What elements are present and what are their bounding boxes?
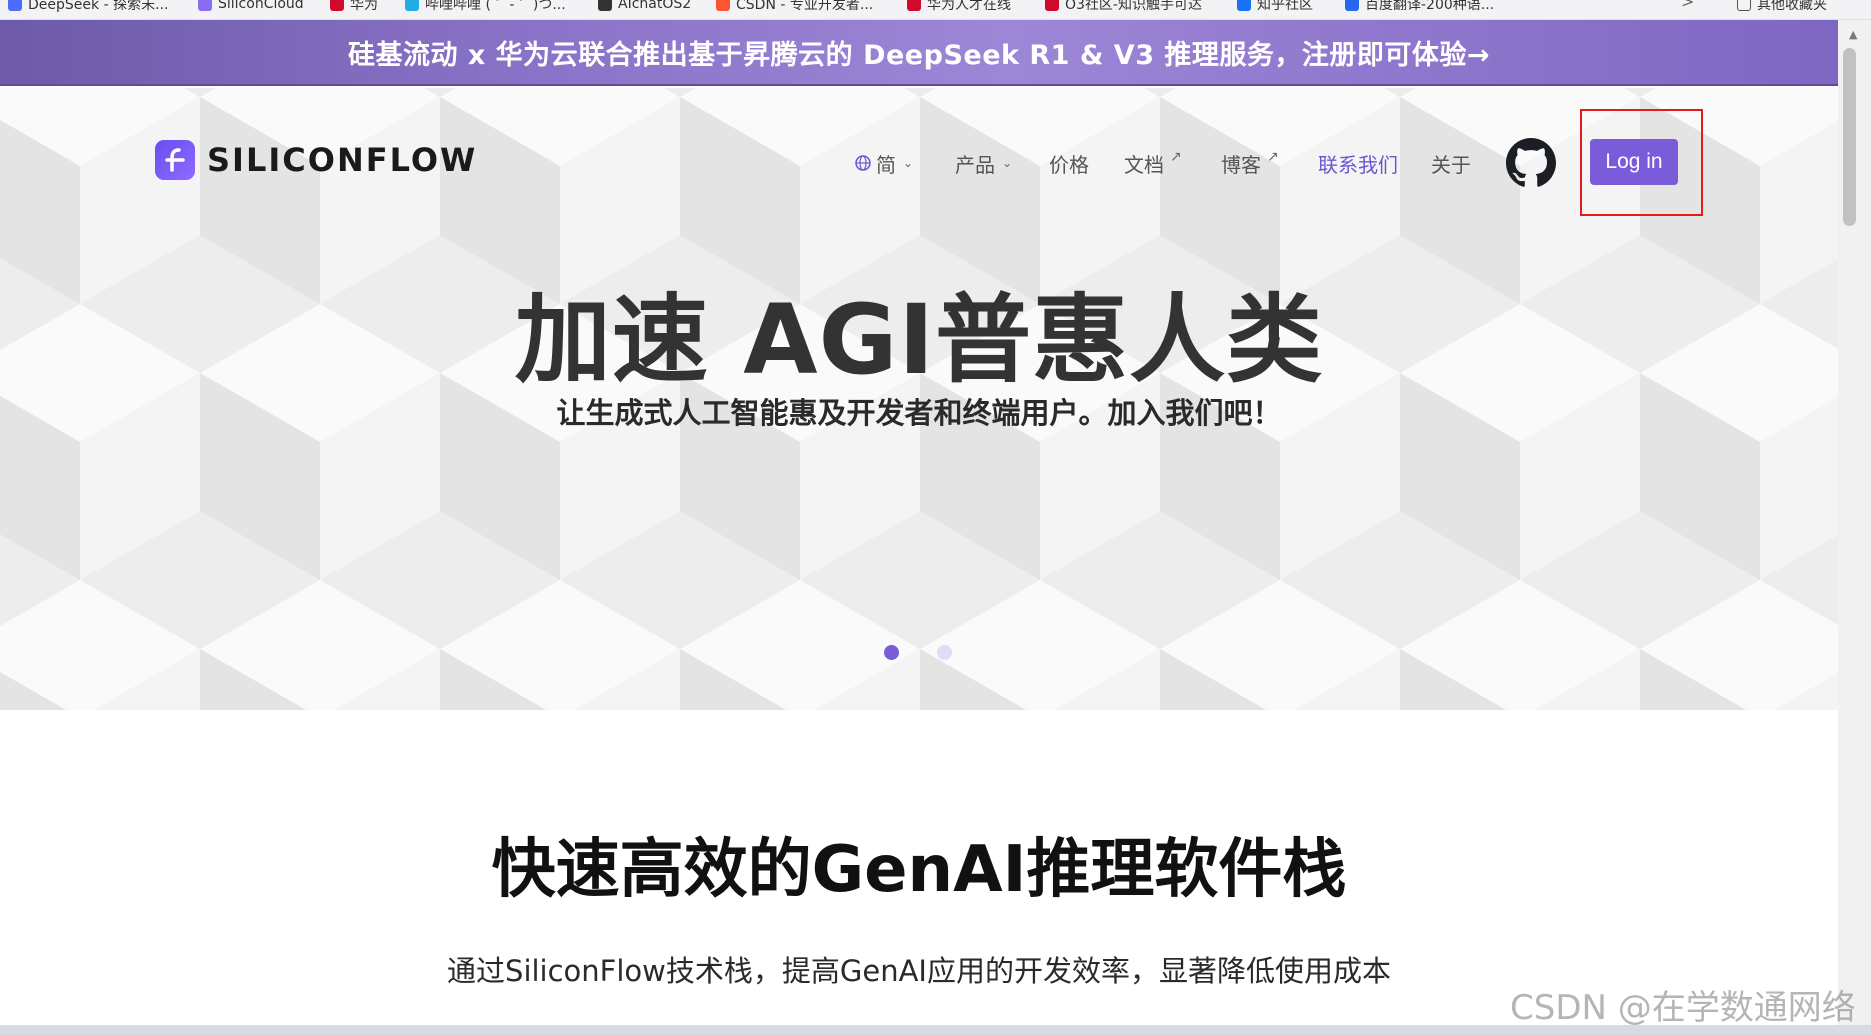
language-label: 简 xyxy=(876,152,896,177)
bookmark-item[interactable]: O3社区-知识触手可达 xyxy=(1045,0,1202,14)
login-button[interactable]: Log in xyxy=(1590,139,1678,185)
zhihu-icon xyxy=(1237,0,1251,11)
nav-contact-label: 联系我们 xyxy=(1318,152,1398,177)
aichatos-icon xyxy=(598,0,612,11)
bookmark-item[interactable]: DeepSeek - 探索未... xyxy=(8,0,168,14)
nav-about[interactable]: 关于 xyxy=(1431,146,1471,180)
bookmark-item[interactable]: SiliconCloud xyxy=(198,0,304,14)
nav-pricing[interactable]: 价格 xyxy=(1049,146,1089,180)
deepseek-icon xyxy=(8,0,22,11)
external-link-icon: ↗ xyxy=(1170,149,1182,165)
nav-docs-label: 文档 xyxy=(1124,152,1164,177)
bookmarks-overflow-icon[interactable]: > xyxy=(1681,0,1694,11)
siliconcloud-icon xyxy=(198,0,212,11)
bookmark-label: 哔哩哔哩 ( ゜- ゜)つ... xyxy=(425,0,566,13)
bookmark-item[interactable]: 华为 xyxy=(330,0,378,14)
bookmark-label: 华为 xyxy=(350,0,378,13)
nav-products[interactable]: 产品 ⌄ xyxy=(955,146,1012,180)
bookmark-label: AIchatOS2 xyxy=(618,0,692,12)
nav-contact[interactable]: 联系我们 xyxy=(1318,146,1398,180)
bookmarks-bar: DeepSeek - 探索未... SiliconCloud 华为 哔哩哔哩 (… xyxy=(0,0,1871,20)
main-nav: 简 ⌄ 产品 ⌄ 价格 文档 ↗ 博客 ↗ 联系我们 关于 xyxy=(0,146,1838,180)
carousel-dot[interactable] xyxy=(937,645,952,660)
watermark-text: CSDN @在学数通网络 xyxy=(1510,988,1856,1028)
huawei-icon xyxy=(907,0,921,11)
bookmark-item[interactable]: 知乎社区 xyxy=(1237,0,1313,14)
hero-subtitle: 让生成式人工智能惠及开发者和终端用户。加入我们吧！ xyxy=(556,396,1282,430)
nav-about-label: 关于 xyxy=(1431,152,1471,177)
chevron-down-icon: ⌄ xyxy=(1002,156,1013,170)
language-switcher[interactable]: 简 ⌄ xyxy=(854,146,913,180)
nav-docs[interactable]: 文档 ↗ xyxy=(1124,146,1182,180)
bookmark-label: 知乎社区 xyxy=(1257,0,1313,13)
announcement-banner[interactable]: 硅基流动 x 华为云联合推出基于昇腾云的 DeepSeek R1 & V3 推理… xyxy=(0,20,1838,86)
section-title: 快速高效的GenAI推理软件栈 xyxy=(491,833,1347,907)
bookmark-item[interactable]: AIchatOS2 xyxy=(598,0,691,14)
bookmark-label: SiliconCloud xyxy=(218,0,304,12)
bookmark-item[interactable]: 百度翻译-200种语... xyxy=(1345,0,1494,14)
globe-icon xyxy=(855,155,871,171)
carousel-dot-active[interactable] xyxy=(884,645,899,660)
csdn-icon xyxy=(716,0,730,11)
nav-blog[interactable]: 博客 ↗ xyxy=(1221,146,1279,180)
bookmark-label: 其他收藏夹 xyxy=(1757,0,1827,13)
scroll-up-icon[interactable]: ▲ xyxy=(1849,28,1857,41)
bookmark-label: 百度翻译-200种语... xyxy=(1365,0,1495,13)
bookmark-item[interactable]: CSDN - 专业开发者... xyxy=(716,0,873,14)
nav-blog-label: 博客 xyxy=(1221,152,1261,177)
bilibili-icon xyxy=(405,0,419,11)
bookmark-label: CSDN - 专业开发者... xyxy=(736,0,874,13)
huawei-icon xyxy=(1045,0,1059,11)
other-bookmarks[interactable]: 其他收藏夹 xyxy=(1737,0,1827,14)
bookmark-label: DeepSeek - 探索未... xyxy=(28,0,169,13)
nav-pricing-label: 价格 xyxy=(1049,152,1089,177)
scrollbar-thumb[interactable] xyxy=(1843,48,1856,226)
banner-text[interactable]: 硅基流动 x 华为云联合推出基于昇腾云的 DeepSeek R1 & V3 推理… xyxy=(348,33,1490,72)
bookmark-label: 华为人才在线 xyxy=(927,0,1011,13)
chevron-down-icon: ⌄ xyxy=(903,156,914,170)
baidu-translate-icon xyxy=(1345,0,1359,11)
bookmark-item[interactable]: 哔哩哔哩 ( ゜- ゜)つ... xyxy=(405,0,566,14)
huawei-icon xyxy=(330,0,344,11)
github-icon[interactable] xyxy=(1506,138,1556,188)
bookmark-item[interactable]: 华为人才在线 xyxy=(907,0,1011,14)
hero-title: 加速 AGI普惠人类 xyxy=(514,284,1324,396)
folder-icon xyxy=(1737,0,1751,11)
external-link-icon: ↗ xyxy=(1267,149,1279,165)
nav-products-label: 产品 xyxy=(955,152,995,177)
bookmark-label: O3社区-知识触手可达 xyxy=(1065,0,1202,13)
